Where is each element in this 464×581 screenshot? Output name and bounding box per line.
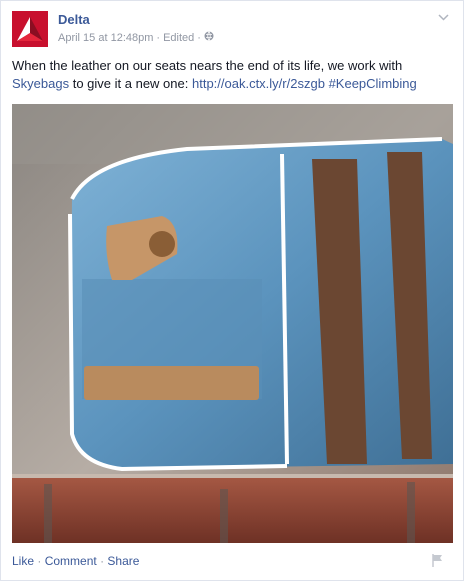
action-separator: · (37, 554, 42, 568)
meta-separator: · (156, 31, 161, 44)
chevron-down-icon[interactable] (438, 12, 449, 24)
page-name-link[interactable]: Delta (58, 12, 90, 27)
meta-separator: · (197, 31, 201, 44)
mention-link[interactable]: Skyebags (12, 76, 69, 91)
post-text: When the leather on our seats nears the … (12, 57, 452, 93)
delta-logo-icon[interactable] (12, 11, 48, 47)
post-actions: Like · Comment · Share (12, 554, 139, 568)
like-button[interactable]: Like (12, 554, 34, 568)
post-photo[interactable] (12, 104, 453, 543)
hashtag-link[interactable]: #KeepClimbing (329, 76, 417, 91)
comment-button[interactable]: Comment (45, 554, 97, 568)
post-text-part2: to give it a new one: (72, 76, 189, 91)
post-timestamp[interactable]: April 15 at 12:48pm (58, 32, 153, 44)
post-text-part1: When the leather on our seats nears the … (12, 58, 403, 73)
post-meta: April 15 at 12:48pm · Edited · (58, 31, 214, 44)
share-button[interactable]: Share (107, 554, 139, 568)
action-separator: · (100, 554, 105, 568)
url-link[interactable]: http://oak.ctx.ly/r/2szgb (192, 76, 325, 91)
edited-label[interactable]: Edited (163, 32, 194, 44)
post-card: Delta April 15 at 12:48pm · Edited · Whe… (0, 0, 464, 581)
flag-icon[interactable] (431, 553, 445, 572)
globe-icon[interactable] (204, 31, 214, 44)
